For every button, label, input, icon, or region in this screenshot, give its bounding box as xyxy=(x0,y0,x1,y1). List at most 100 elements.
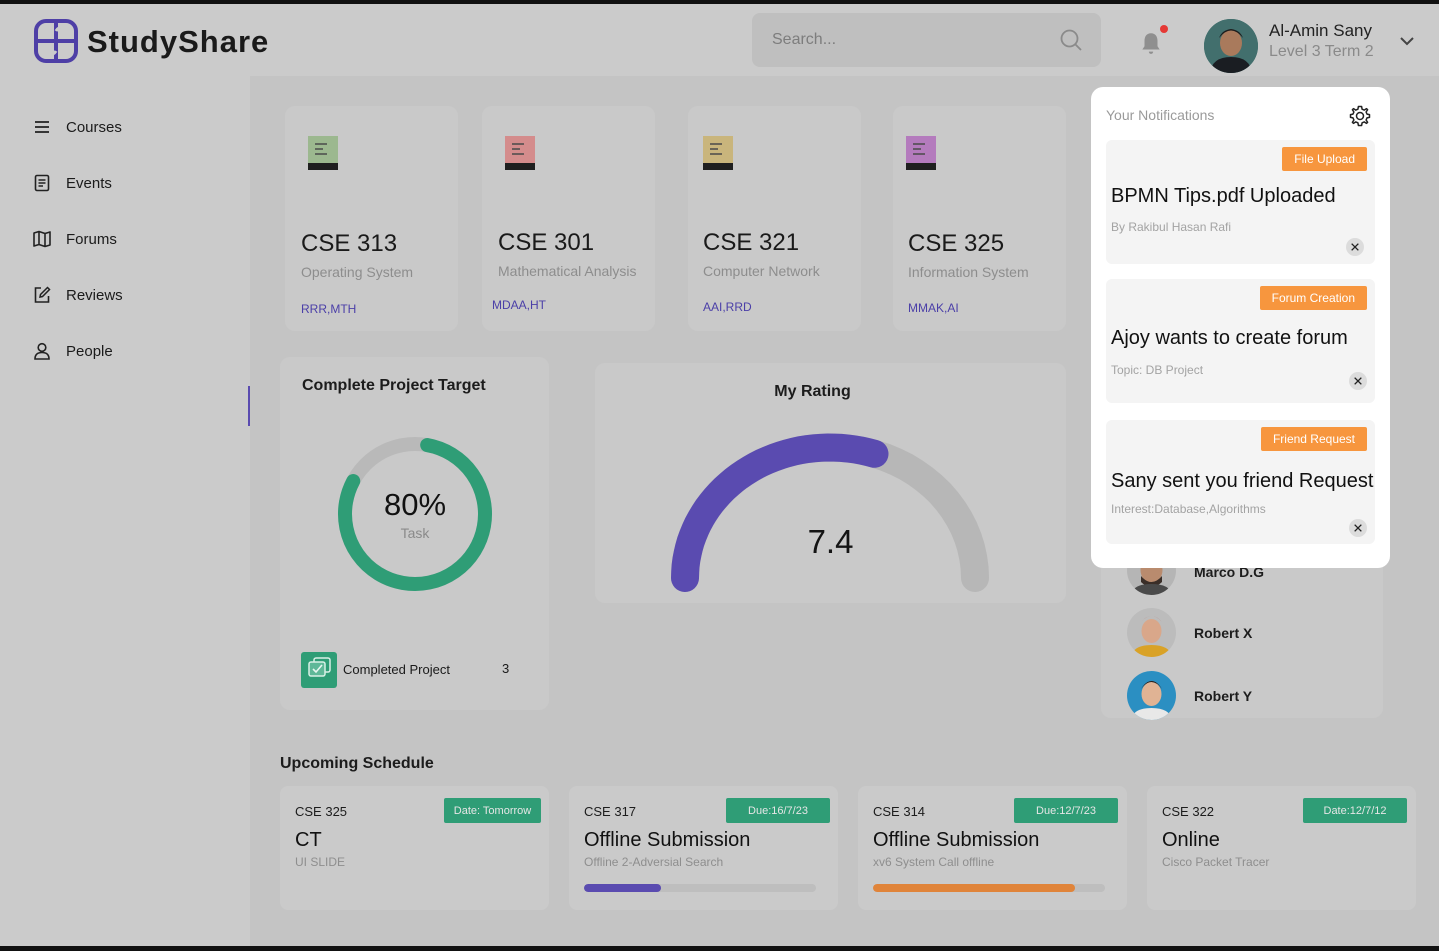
notification-badge: Friend Request xyxy=(1260,427,1367,451)
notification-dot xyxy=(1160,25,1168,33)
notification-badge: File Upload xyxy=(1282,147,1367,171)
course-card[interactable]: CSE 301 Mathematical Analysis MDAA,HT xyxy=(482,106,655,331)
rating-card: My Rating 7.4 xyxy=(595,363,1066,603)
schedule-course-code: CSE 322 xyxy=(1162,804,1215,819)
course-name: Mathematical Analysis xyxy=(498,263,637,279)
close-icon[interactable] xyxy=(1346,238,1364,256)
schedule-title: CT xyxy=(295,829,322,851)
checklist-icon xyxy=(301,652,337,688)
logo-icon xyxy=(34,19,78,63)
user-name: Al-Amin Sany xyxy=(1269,21,1372,40)
schedule-date-badge: Due:12/7/23 xyxy=(1014,798,1118,823)
notification-panel: Your Notifications File Upload BPMN Tips… xyxy=(1091,87,1390,568)
search-bar[interactable]: Search... xyxy=(752,13,1101,67)
notification-heading: BPMN Tips.pdf Uploaded xyxy=(1111,185,1336,207)
book-icon xyxy=(505,136,535,170)
course-name: Operating System xyxy=(301,264,414,280)
course-card[interactable]: CSE 313 Operating System RRR,MTH xyxy=(285,106,458,331)
notification-heading: Sany sent you friend Request xyxy=(1111,470,1374,492)
close-icon[interactable] xyxy=(1349,372,1367,390)
sidebar-item-label: People xyxy=(66,342,113,360)
document-icon xyxy=(34,174,50,192)
notification-item[interactable]: Forum Creation Ajoy wants to create foru… xyxy=(1106,279,1375,403)
completed-project-label: Completed Project xyxy=(343,662,450,677)
menu-icon xyxy=(35,121,49,133)
schedule-course-code: CSE 325 xyxy=(295,804,348,819)
sidebar-item-reviews[interactable]: Reviews xyxy=(32,283,123,307)
schedule-card[interactable]: CSE 314 Due:12/7/23 Offline Submission x… xyxy=(858,786,1127,910)
user-level: Level 3 Term 2 xyxy=(1269,43,1374,60)
user-avatar[interactable] xyxy=(1204,19,1258,73)
book-icon xyxy=(308,136,338,170)
notification-badge: Forum Creation xyxy=(1259,286,1367,310)
friend-avatar xyxy=(1127,608,1176,657)
sidebar-item-events[interactable]: Events xyxy=(32,171,112,195)
rating-title: My Rating xyxy=(774,383,851,400)
schedule-card[interactable]: CSE 317 Due:16/7/23 Offline Submission O… xyxy=(569,786,838,910)
rating-value: 7.4 xyxy=(807,523,854,560)
sidebar-item-label: Courses xyxy=(66,118,122,136)
edit-icon xyxy=(34,286,51,303)
chevron-down-icon[interactable] xyxy=(1398,32,1416,50)
schedule-title: Online xyxy=(1162,829,1220,851)
notification-subtext: Interest:Database,Algorithms xyxy=(1111,502,1266,516)
notification-item[interactable]: File Upload BPMN Tips.pdf Uploaded By Ra… xyxy=(1106,140,1375,264)
project-sublabel: Task xyxy=(400,525,430,541)
search-icon[interactable] xyxy=(1059,28,1083,52)
schedule-date-badge: Date:12/7/12 xyxy=(1303,798,1407,823)
close-icon[interactable] xyxy=(1349,519,1367,537)
project-target-title: Complete Project Target xyxy=(302,377,486,394)
search-input[interactable]: Search... xyxy=(772,31,836,49)
notification-panel-title: Your Notifications xyxy=(1106,107,1215,123)
friend-item[interactable]: Robert X xyxy=(1127,608,1252,657)
schedule-progress-bar xyxy=(873,884,1105,892)
notification-heading: Ajoy wants to create forum xyxy=(1111,327,1348,349)
sidebar-item-courses[interactable]: Courses xyxy=(32,115,122,139)
sidebar-item-label: Reviews xyxy=(66,286,123,304)
friend-avatar xyxy=(1127,671,1176,720)
schedule-subtitle: UI SLIDE xyxy=(295,855,346,869)
completed-project-count: 3 xyxy=(502,661,510,676)
schedule-card[interactable]: CSE 322 Date:12/7/12 Online Cisco Packet… xyxy=(1147,786,1416,910)
schedule-title: Upcoming Schedule xyxy=(280,755,434,772)
gear-icon[interactable] xyxy=(1348,104,1372,128)
sidebar-item-forums[interactable]: Forums xyxy=(32,227,117,251)
course-code: CSE 313 xyxy=(301,230,398,257)
course-teachers: RRR,MTH xyxy=(301,302,357,316)
rating-gauge xyxy=(671,433,989,592)
course-teachers: MMAK,AI xyxy=(908,301,959,315)
project-percent: 80% xyxy=(383,487,447,522)
top-header: StudyShare Search... Al-Amin Sany Level … xyxy=(0,4,1439,76)
course-card[interactable]: CSE 321 Computer Network AAI,RRD xyxy=(688,106,861,331)
schedule-course-code: CSE 317 xyxy=(584,804,637,819)
schedule-title: Offline Submission xyxy=(873,829,1040,851)
course-code: CSE 301 xyxy=(498,229,595,256)
schedule-subtitle: Cisco Packet Tracer xyxy=(1162,855,1270,869)
sidebar-item-label: Forums xyxy=(66,230,117,248)
course-code: CSE 321 xyxy=(703,229,800,256)
schedule-card[interactable]: CSE 325 Date: Tomorrow CT UI SLIDE xyxy=(280,786,549,910)
schedule-progress-bar xyxy=(584,884,816,892)
notification-subtext: By Rakibul Hasan Rafi xyxy=(1111,220,1232,234)
person-icon xyxy=(34,342,50,360)
app-name: StudyShare xyxy=(87,24,270,59)
schedule-date-badge: Date: Tomorrow xyxy=(444,798,541,823)
friend-item[interactable]: Robert Y xyxy=(1127,671,1252,720)
course-teachers: MDAA,HT xyxy=(492,298,546,312)
schedule-subtitle: xv6 System Call offline xyxy=(873,855,995,869)
schedule-subtitle: Offline 2-Adversial Search xyxy=(584,855,724,869)
schedule-progress-fill xyxy=(584,884,661,892)
course-card[interactable]: CSE 325 Information System MMAK,AI xyxy=(893,106,1066,331)
course-teachers: AAI,RRD xyxy=(703,300,752,314)
sidebar-item-people[interactable]: People xyxy=(32,339,113,363)
course-code: CSE 325 xyxy=(908,230,1005,257)
book-icon xyxy=(703,136,733,170)
schedule-progress-fill xyxy=(873,884,1075,892)
course-name: Information System xyxy=(908,264,1029,280)
notification-subtext: Topic: DB Project xyxy=(1111,363,1204,377)
window-bottom-border xyxy=(0,946,1439,951)
friend-name: Robert X xyxy=(1194,624,1253,641)
notification-item[interactable]: Friend Request Sany sent you friend Requ… xyxy=(1106,420,1375,544)
sidebar-item-label: Events xyxy=(66,174,112,192)
notification-bell-icon[interactable] xyxy=(1138,30,1164,56)
